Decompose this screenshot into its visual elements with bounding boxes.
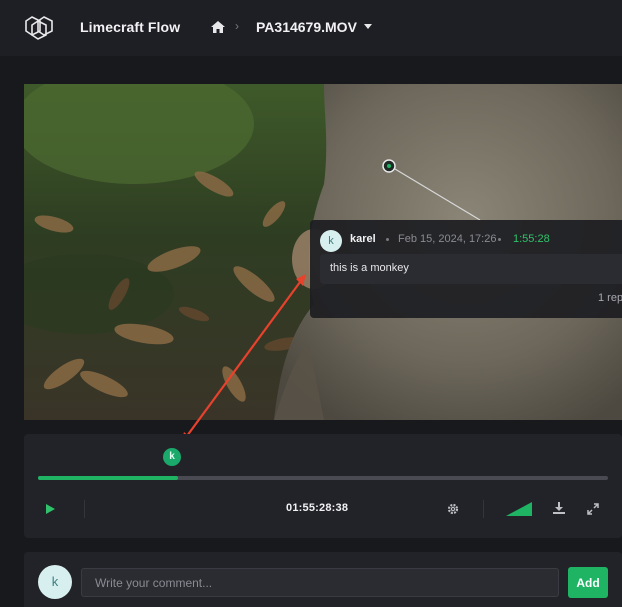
home-icon[interactable] xyxy=(211,21,225,33)
progress-fill xyxy=(38,476,178,480)
current-timecode: 01:55:28:38 xyxy=(286,502,349,514)
annotation-popup[interactable]: k karel Feb 15, 2024, 17:26 1:55:28 this… xyxy=(310,220,622,318)
comment-timecode[interactable]: 1:55:28 xyxy=(513,233,550,245)
separator-dot xyxy=(386,238,389,241)
divider xyxy=(84,500,85,518)
separator-dot xyxy=(498,238,501,241)
comment-body: this is a monkey xyxy=(320,254,622,284)
breadcrumb-separator: › xyxy=(235,19,239,33)
comment-marker[interactable]: k xyxy=(163,448,181,466)
gear-icon[interactable] xyxy=(447,503,459,515)
caret-down-icon[interactable] xyxy=(364,24,372,29)
file-name[interactable]: PA314679.MOV xyxy=(256,19,357,35)
avatar: k xyxy=(38,565,72,599)
replies-link[interactable]: 1 rep xyxy=(598,292,622,304)
comment-text: this is a monkey xyxy=(330,262,409,274)
avatar: k xyxy=(320,230,342,252)
comment-author: karel xyxy=(350,233,376,245)
limecraft-logo-icon[interactable] xyxy=(24,14,54,40)
progress-bar[interactable] xyxy=(38,476,608,480)
comment-date: Feb 15, 2024, 17:26 xyxy=(398,233,497,245)
add-comment-button[interactable]: Add xyxy=(568,567,608,598)
divider xyxy=(483,500,484,518)
app-title[interactable]: Limecraft Flow xyxy=(80,19,180,35)
volume-icon[interactable] xyxy=(506,502,532,516)
play-icon[interactable] xyxy=(46,504,55,514)
comment-input[interactable] xyxy=(81,568,559,597)
download-icon[interactable] xyxy=(553,502,565,515)
player-controls xyxy=(24,434,622,538)
fullscreen-icon[interactable] xyxy=(587,503,599,515)
top-bar: Limecraft Flow › PA314679.MOV xyxy=(0,0,622,56)
